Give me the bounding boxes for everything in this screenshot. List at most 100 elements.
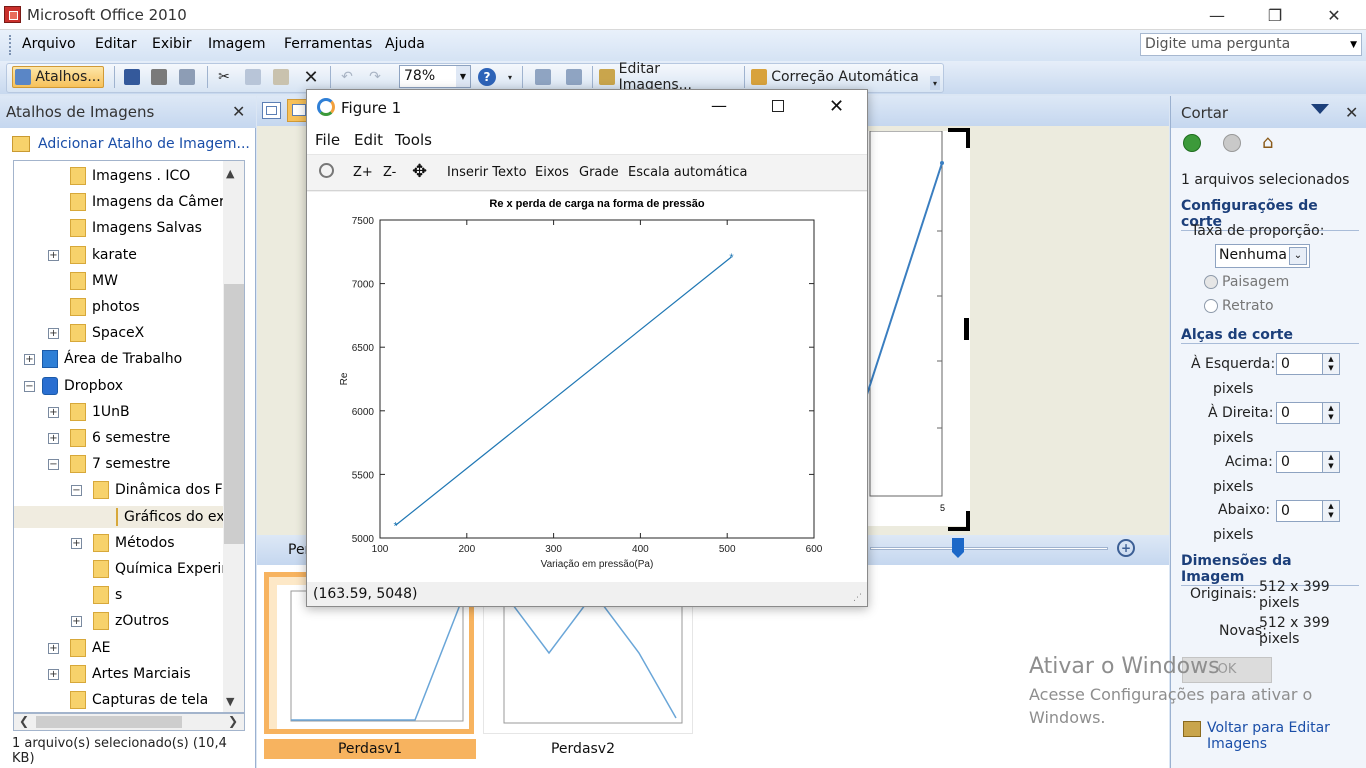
print-button[interactable]	[148, 66, 170, 88]
tree-item[interactable]: AE	[70, 637, 110, 659]
chevron-up-icon[interactable]: ▲	[1328, 453, 1333, 462]
chevron-up-icon[interactable]: ▲	[1328, 502, 1333, 511]
toolbar-overflow-button[interactable]: ▾	[930, 76, 940, 90]
menu-ferramentas[interactable]: Ferramentas	[284, 36, 372, 52]
tree-item[interactable]: zOutros	[93, 610, 169, 632]
tree-hscrollbar-thumb[interactable]	[36, 716, 182, 728]
ask-question-input[interactable]: Digite uma pergunta ▼	[1140, 33, 1362, 56]
expand-icon[interactable]: +	[48, 433, 59, 444]
tree-item[interactable]: Imagens . ICO	[70, 165, 190, 187]
tree-item[interactable]: SpaceX	[70, 322, 144, 344]
tree-item[interactable]: Dropbox	[42, 375, 123, 397]
tree-item[interactable]: MW	[70, 270, 118, 292]
expand-icon[interactable]: +	[48, 642, 59, 654]
figure-menu-edit[interactable]: Edit	[354, 131, 383, 149]
tree-item[interactable]: Métodos	[93, 532, 175, 554]
copy-button[interactable]	[242, 66, 264, 88]
menu-editar[interactable]: Editar	[95, 36, 136, 52]
grid-button[interactable]: Grade	[579, 165, 619, 180]
toolbar-options-button[interactable]: ▾	[505, 66, 515, 88]
auto-correct-button[interactable]: Correção Automática	[751, 66, 919, 88]
expand-icon[interactable]: +	[48, 668, 59, 680]
tree-item[interactable]: 6 semestre	[70, 427, 170, 449]
crop-handle-top-right[interactable]	[948, 128, 970, 148]
chevron-down-icon[interactable]: ⌄	[1289, 247, 1307, 265]
chevron-down-icon[interactable]: ▼	[1350, 40, 1357, 50]
top-crop-stepper[interactable]: ▲ ▼	[1322, 451, 1340, 473]
tree-item[interactable]: Gráficos do ex	[14, 505, 225, 528]
expand-icon[interactable]: +	[48, 328, 59, 340]
thumbnail-label-perdasv2[interactable]: Perdasv2	[483, 741, 683, 757]
ratio-select[interactable]: Nenhuma ⌄	[1215, 244, 1310, 268]
figure-zoom-out-button[interactable]: Z-	[383, 165, 396, 180]
insert-text-button[interactable]: Inserir Texto	[447, 165, 527, 180]
tree-item[interactable]: 7 semestre	[70, 453, 170, 475]
chevron-down-icon[interactable]: ▼	[1328, 413, 1333, 422]
paste-button[interactable]	[270, 66, 292, 88]
figure-canvas[interactable]: Re x perda de carga na forma de pressão 1…	[307, 192, 867, 582]
crop-handle-bottom-right[interactable]	[948, 511, 970, 531]
undo-button[interactable]: ↶	[336, 66, 358, 88]
menu-ajuda[interactable]: Ajuda	[385, 36, 425, 52]
autoscale-button[interactable]: Escala automática	[628, 165, 748, 180]
portrait-radio[interactable]	[1204, 299, 1218, 313]
axes-button[interactable]: Eixos	[535, 165, 569, 180]
rotate-left-button[interactable]	[530, 66, 556, 88]
tree-item[interactable]: Imagens da Câmera	[70, 191, 233, 213]
cut-button[interactable]: ✂	[214, 66, 234, 88]
add-shortcut-link[interactable]: Adicionar Atalho de Imagem...	[38, 136, 250, 152]
chevron-up-icon[interactable]: ▲	[1328, 404, 1333, 413]
save-button[interactable]	[121, 66, 143, 88]
tree-item[interactable]: Capturas de tela	[70, 689, 208, 711]
chevron-down-icon[interactable]: ▼	[1328, 462, 1333, 471]
collapse-icon[interactable]: −	[71, 485, 82, 497]
back-arrow-icon[interactable]	[1183, 134, 1201, 152]
zoom-slider-thumb[interactable]	[952, 538, 964, 558]
help-button[interactable]: ?	[477, 66, 497, 88]
tree-item[interactable]: karate	[70, 244, 137, 266]
expand-icon[interactable]: +	[71, 537, 82, 549]
zoom-slider-track[interactable]	[870, 547, 1108, 550]
chevron-right-icon[interactable]: ❯	[228, 714, 238, 728]
figure-close-button[interactable]: ✕	[829, 96, 844, 117]
chevron-down-icon[interactable]: ▼	[456, 66, 470, 87]
chevron-up-icon[interactable]: ▲	[226, 167, 234, 180]
tree-scrollbar-thumb[interactable]	[224, 284, 244, 544]
tree-item[interactable]: photos	[70, 296, 140, 318]
resize-grip-icon[interactable]: ⋰	[853, 593, 862, 603]
figure-maximize-button[interactable]	[772, 100, 784, 112]
delete-button[interactable]: ✕	[300, 66, 322, 88]
redo-button[interactable]: ↷	[364, 66, 386, 88]
expand-icon[interactable]: +	[71, 616, 82, 628]
restore-button[interactable]: ❐	[1252, 0, 1298, 30]
crop-handle-right[interactable]	[964, 318, 969, 340]
tree-item[interactable]: 1UnB	[70, 401, 130, 423]
email-button[interactable]	[175, 66, 199, 88]
tree-item[interactable]: Área de Trabalho	[42, 348, 182, 370]
close-button[interactable]: ✕	[1311, 0, 1357, 30]
figure-zoom-in-button[interactable]: Z+	[353, 165, 373, 180]
expand-icon[interactable]: +	[48, 249, 59, 261]
shortcuts-button[interactable]: Atalhos...	[12, 66, 104, 88]
close-icon[interactable]: ✕	[1345, 103, 1358, 122]
close-icon[interactable]: ✕	[232, 102, 245, 121]
forward-arrow-icon[interactable]	[1223, 134, 1241, 152]
menu-arquivo[interactable]: Arquivo	[22, 36, 76, 52]
figure-minimize-button[interactable]: —	[711, 96, 727, 115]
pane-menu-icon[interactable]	[1311, 104, 1329, 114]
right-crop-stepper[interactable]: ▲ ▼	[1322, 402, 1340, 424]
tree-item[interactable]: Imagens Salvas	[70, 217, 202, 239]
bottom-crop-stepper[interactable]: ▲ ▼	[1322, 500, 1340, 522]
collapse-icon[interactable]: −	[48, 459, 59, 471]
home-icon[interactable]: ⌂	[1262, 132, 1282, 153]
pan-icon[interactable]: ✥	[412, 161, 427, 182]
rotate-right-button[interactable]	[561, 66, 587, 88]
left-crop-stepper[interactable]: ▲ ▼	[1322, 353, 1340, 375]
zoom-select[interactable]: 78% ▼	[399, 65, 471, 88]
landscape-radio[interactable]	[1204, 275, 1218, 289]
chevron-down-icon[interactable]: ▼	[1328, 511, 1333, 520]
tree-item[interactable]: s	[93, 584, 122, 606]
edit-images-button[interactable]: Editar Imagens...	[599, 61, 735, 93]
chevron-left-icon[interactable]: ❮	[19, 714, 29, 728]
rotate-icon[interactable]	[319, 163, 334, 178]
